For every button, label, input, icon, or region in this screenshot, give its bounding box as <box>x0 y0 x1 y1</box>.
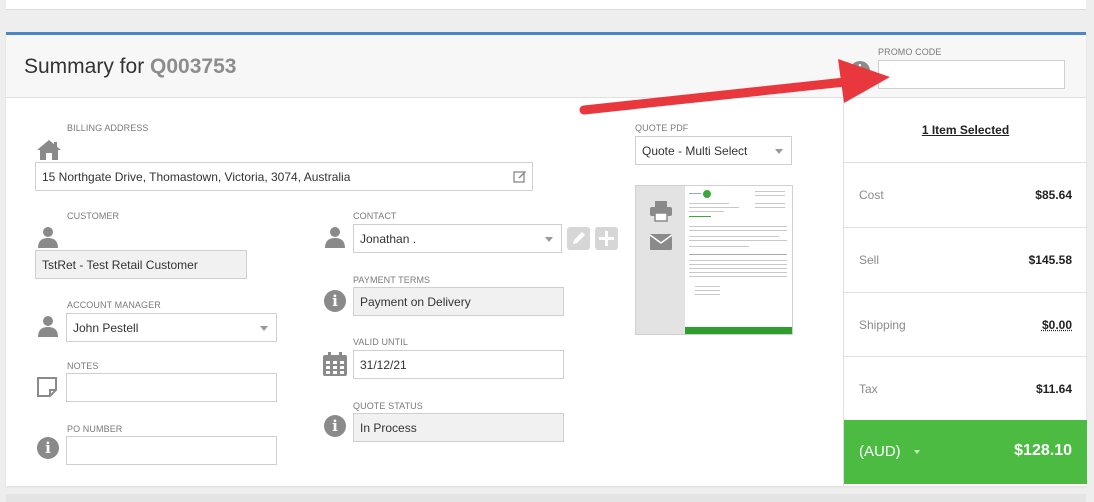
quote-pdf-select[interactable]: Quote - Multi Select <box>635 136 792 165</box>
tax-label: Tax <box>859 382 878 396</box>
customer-value: TstRet - Test Retail Customer <box>42 258 198 272</box>
totals-sidebar: 1 Item Selected Cost $85.64 Sell $145.58… <box>843 98 1087 486</box>
sell-value: $145.58 <box>1028 253 1072 267</box>
payment-terms-field: Payment on Delivery <box>353 287 564 316</box>
user-icon <box>38 227 58 248</box>
cost-value: $85.64 <box>1035 188 1072 202</box>
billing-address-text: 15 Northgate Drive, Thomastown, Victoria… <box>42 170 351 184</box>
billing-address-label: BILLING ADDRESS <box>67 123 149 133</box>
account-manager-label: ACCOUNT MANAGER <box>67 300 161 310</box>
next-panel-edge <box>6 494 1086 502</box>
user-icon <box>38 316 58 337</box>
account-manager-select[interactable]: John Pestell <box>66 313 277 342</box>
billing-address-field[interactable]: 15 Northgate Drive, Thomastown, Victoria… <box>35 162 533 191</box>
payment-terms-value: Payment on Delivery <box>360 295 471 309</box>
title-prefix: Summary for <box>24 55 145 78</box>
payment-terms-label: PAYMENT TERMS <box>353 275 431 285</box>
account-manager-value: John Pestell <box>73 321 139 335</box>
tax-value: $11.64 <box>1035 382 1072 396</box>
contact-value: Jonathan . <box>360 232 417 246</box>
promo-info-icon[interactable]: i <box>850 61 870 81</box>
info-icon: i <box>324 290 346 312</box>
cost-row: Cost $85.64 <box>844 163 1087 228</box>
edit-contact-button[interactable] <box>567 227 590 250</box>
quote-status-label: QUOTE STATUS <box>353 401 423 411</box>
logo-icon <box>703 190 711 198</box>
summary-header: Summary for Q003753 PROMO CODE i <box>6 35 1086 98</box>
chevron-down-icon <box>775 149 783 154</box>
customer-field: TstRet - Test Retail Customer <box>35 250 247 279</box>
page-title: Summary for Q003753 <box>24 55 236 79</box>
chevron-down-icon <box>260 326 268 331</box>
items-selected-link[interactable]: 1 Item Selected <box>844 123 1087 137</box>
pencil-icon <box>573 232 585 244</box>
currency-select[interactable]: (AUD) <box>859 443 901 460</box>
cost-label: Cost <box>859 188 884 202</box>
sell-row: Sell $145.58 <box>844 228 1087 293</box>
valid-until-value: 31/12/21 <box>360 358 407 372</box>
chevron-down-icon <box>545 237 553 242</box>
quote-status-field: In Process <box>353 413 564 442</box>
print-icon[interactable] <box>649 200 673 222</box>
quote-pdf-label: QUOTE PDF <box>635 123 689 133</box>
quote-number: Q003753 <box>150 55 237 78</box>
po-number-label: PO NUMBER <box>67 424 123 434</box>
promo-code-input[interactable] <box>878 60 1065 89</box>
promo-code-label: PROMO CODE <box>878 47 942 57</box>
plus-icon <box>599 231 614 246</box>
valid-until-input[interactable]: 31/12/21 <box>353 350 564 379</box>
po-number-input[interactable] <box>66 436 277 465</box>
contact-label: CONTACT <box>353 211 397 221</box>
total-value: $128.10 <box>1014 442 1072 459</box>
add-contact-button[interactable] <box>595 227 618 250</box>
valid-until-label: VALID UNTIL <box>353 337 408 347</box>
note-icon <box>37 377 57 397</box>
items-selected-row: 1 Item Selected <box>844 98 1087 163</box>
notes-label: NOTES <box>67 361 99 371</box>
quote-pdf-preview[interactable] <box>635 185 793 335</box>
shipping-label: Shipping <box>859 318 906 332</box>
shipping-row: Shipping $0.00 <box>844 293 1087 357</box>
quote-summary-panel: Summary for Q003753 PROMO CODE i BILLING… <box>6 32 1087 486</box>
calendar-icon <box>323 352 347 376</box>
previous-panel-edge <box>6 0 1086 10</box>
info-icon: i <box>324 415 346 437</box>
quote-status-value: In Process <box>360 421 417 435</box>
contact-select[interactable]: Jonathan . <box>353 224 562 253</box>
total-row: (AUD) $128.10 <box>844 420 1087 484</box>
pdf-actions-bar <box>636 186 685 334</box>
shipping-value[interactable]: $0.00 <box>1042 318 1072 332</box>
home-icon <box>37 140 61 160</box>
edit-icon[interactable] <box>513 169 527 183</box>
chevron-down-icon <box>914 450 920 454</box>
sell-label: Sell <box>859 253 880 267</box>
info-icon: i <box>37 437 59 459</box>
pdf-page-thumbnail <box>685 186 792 334</box>
user-icon <box>325 227 345 248</box>
notes-input[interactable] <box>66 373 277 402</box>
envelope-icon[interactable] <box>649 233 673 251</box>
customer-label: CUSTOMER <box>67 211 120 221</box>
quote-pdf-value: Quote - Multi Select <box>642 144 748 158</box>
tax-row: Tax $11.64 <box>844 357 1087 420</box>
